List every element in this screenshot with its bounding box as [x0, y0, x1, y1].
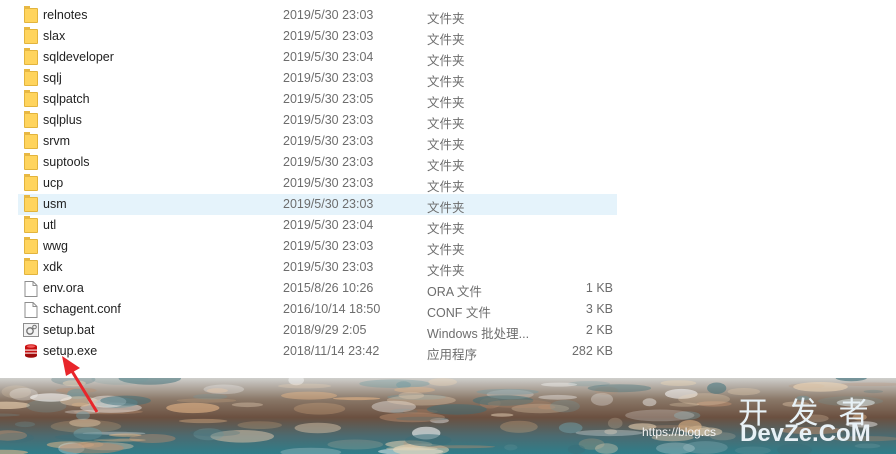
watermark-brand-en: DevZe.CoM: [740, 420, 871, 447]
annotation-arrow: [62, 356, 99, 413]
watermark-url: https://blog.cs: [642, 425, 717, 439]
